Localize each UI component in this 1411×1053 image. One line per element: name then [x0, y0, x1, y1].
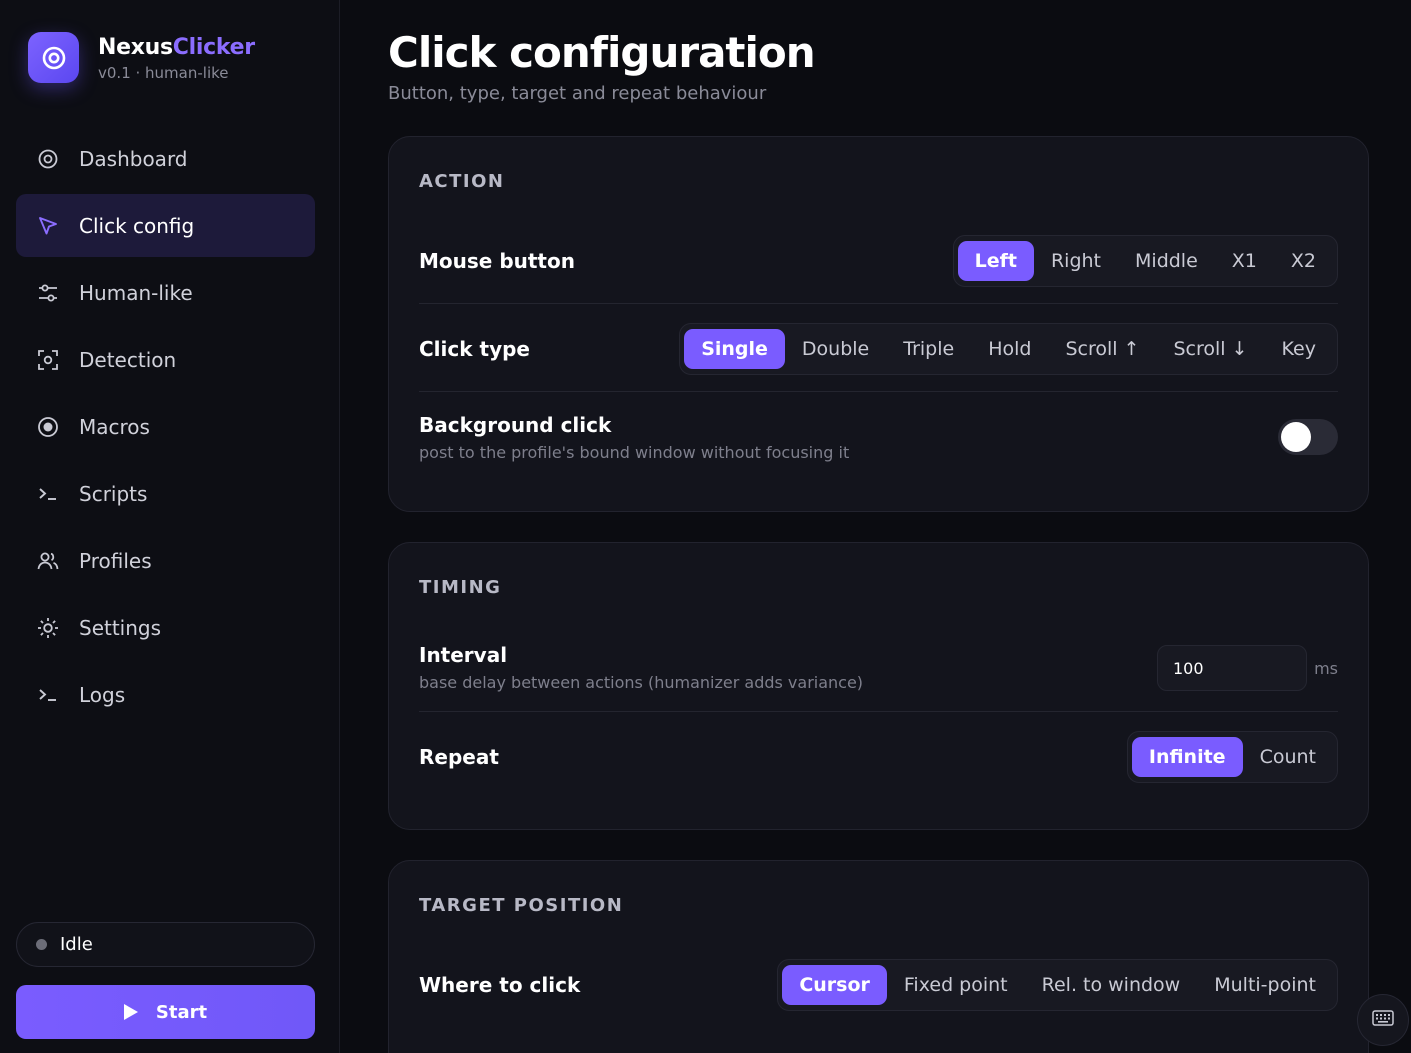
- sidebar-item-dashboard[interactable]: Dashboard: [16, 127, 315, 190]
- sidebar-item-label: Logs: [79, 682, 126, 707]
- mouse-button-selector: Left Right Middle X1 X2: [952, 235, 1338, 287]
- where-to-click-selector: Cursor Fixed point Rel. to window Multi-…: [777, 959, 1338, 1011]
- mouse-button-x1[interactable]: X1: [1215, 241, 1274, 281]
- section-title: ACTION: [419, 171, 505, 192]
- click-type-double[interactable]: Double: [785, 329, 886, 369]
- click-type-scroll-up[interactable]: Scroll ↑: [1048, 329, 1156, 369]
- status-badge: Idle: [16, 922, 315, 967]
- start-button[interactable]: Start: [16, 985, 315, 1039]
- click-type-hold[interactable]: Hold: [971, 329, 1048, 369]
- sidebar-item-label: Macros: [79, 414, 150, 439]
- interval-unit: ms: [1314, 659, 1338, 678]
- sidebar-item-label: Scripts: [79, 481, 148, 506]
- mouse-button-right[interactable]: Right: [1034, 241, 1118, 281]
- status-label: Idle: [60, 934, 93, 955]
- app-name-part1: Nexus: [98, 34, 173, 60]
- sidebar-item-detection[interactable]: Detection: [16, 328, 315, 391]
- record-icon: [36, 415, 60, 439]
- cursor-icon: [36, 214, 60, 238]
- divider: [419, 711, 1338, 712]
- dashboard-icon: [36, 147, 60, 171]
- click-type-selector: Single Double Triple Hold Scroll ↑ Scrol…: [679, 323, 1338, 375]
- click-type-triple[interactable]: Triple: [886, 329, 971, 369]
- gear-icon: [36, 616, 60, 640]
- app-version: v0.1 · human-like: [98, 63, 229, 82]
- repeat-count[interactable]: Count: [1243, 737, 1333, 777]
- app-name-part2: Clicker: [172, 34, 255, 60]
- target-position-card: TARGET POSITION Where to click Cursor Fi…: [388, 860, 1369, 1053]
- terminal-icon: [36, 482, 60, 506]
- click-type-scroll-down[interactable]: Scroll ↓: [1157, 329, 1265, 369]
- sidebar-nav: Dashboard Click config Human-like Detect…: [16, 127, 315, 730]
- sidebar: NexusClicker v0.1 · human-like Dashboard…: [0, 0, 340, 1053]
- sidebar-item-label: Dashboard: [79, 146, 188, 171]
- divider: [419, 391, 1338, 392]
- target-multi-point[interactable]: Multi-point: [1197, 965, 1333, 1005]
- sidebar-item-macros[interactable]: Macros: [16, 395, 315, 458]
- sidebar-item-label: Detection: [79, 347, 177, 372]
- sidebar-item-settings[interactable]: Settings: [16, 596, 315, 659]
- mouse-button-left[interactable]: Left: [957, 241, 1034, 281]
- sidebar-item-human-like[interactable]: Human-like: [16, 261, 315, 324]
- background-click-row: Background click post to the profile's b…: [419, 413, 1338, 462]
- toggle-knob: [1281, 422, 1311, 452]
- mouse-button-x2[interactable]: X2: [1274, 241, 1333, 281]
- app-name: NexusClicker: [98, 34, 255, 62]
- background-click-toggle[interactable]: [1278, 419, 1338, 455]
- repeat-selector: Infinite Count: [1126, 731, 1338, 783]
- target-rel-to-window[interactable]: Rel. to window: [1025, 965, 1198, 1005]
- sidebar-item-click-config[interactable]: Click config: [16, 194, 315, 257]
- click-type-key[interactable]: Key: [1265, 329, 1333, 369]
- brand: NexusClicker v0.1 · human-like: [28, 32, 255, 83]
- users-icon: [36, 549, 60, 573]
- target-icon: [28, 32, 79, 83]
- target-cursor[interactable]: Cursor: [782, 965, 887, 1005]
- terminal-icon: [36, 683, 60, 707]
- sidebar-item-label: Click config: [79, 213, 195, 238]
- repeat-infinite[interactable]: Infinite: [1131, 737, 1243, 777]
- background-click-description: post to the profile's bound window witho…: [419, 443, 850, 462]
- section-title: TARGET POSITION: [419, 895, 624, 916]
- sidebar-item-label: Settings: [79, 615, 162, 640]
- page-title: Click configuration: [388, 28, 816, 77]
- start-button-label: Start: [155, 1001, 208, 1023]
- sidebar-item-profiles[interactable]: Profiles: [16, 529, 315, 592]
- sidebar-item-label: Profiles: [79, 548, 152, 573]
- divider: [419, 303, 1338, 304]
- click-type-single[interactable]: Single: [684, 329, 785, 369]
- mouse-button-middle[interactable]: Middle: [1118, 241, 1215, 281]
- page-subtitle: Button, type, target and repeat behaviou…: [388, 83, 767, 104]
- play-icon: [123, 1004, 138, 1020]
- sliders-icon: [36, 281, 60, 305]
- timing-card: TIMING Interval base delay between actio…: [388, 542, 1369, 830]
- status-dot: [36, 939, 47, 950]
- keyboard-button[interactable]: [1357, 994, 1409, 1046]
- action-card: ACTION Mouse button Left Right Middle X1…: [388, 136, 1369, 512]
- keyboard-icon: [1372, 1010, 1394, 1030]
- sidebar-item-logs[interactable]: Logs: [16, 663, 315, 726]
- target-fixed-point[interactable]: Fixed point: [887, 965, 1025, 1005]
- background-click-label: Background click: [419, 413, 612, 437]
- sidebar-item-label: Human-like: [79, 280, 193, 305]
- section-title: TIMING: [419, 577, 502, 598]
- scan-icon: [36, 348, 60, 372]
- interval-input[interactable]: [1157, 645, 1307, 691]
- sidebar-item-scripts[interactable]: Scripts: [16, 462, 315, 525]
